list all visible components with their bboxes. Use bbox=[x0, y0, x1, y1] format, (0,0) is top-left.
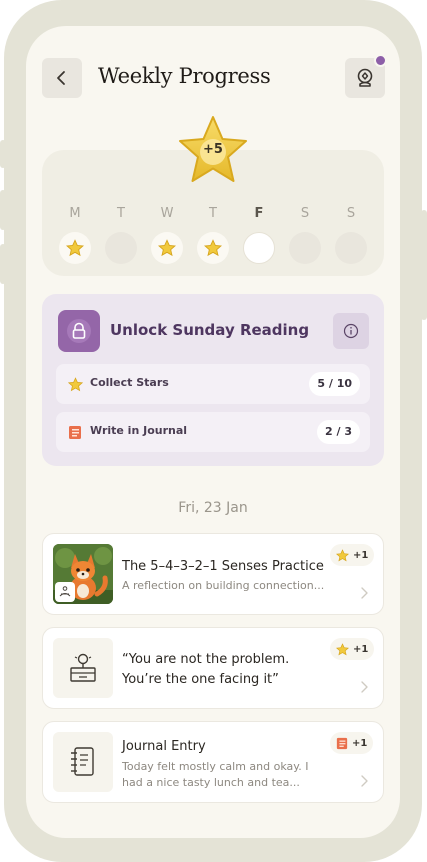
bonus-label: +5 bbox=[203, 142, 223, 157]
day-circle bbox=[59, 232, 91, 264]
chevron-right-icon bbox=[361, 775, 368, 787]
entry-thumbnail bbox=[53, 638, 113, 698]
task-progress: 2 / 3 bbox=[317, 420, 360, 444]
day-letter: M bbox=[69, 206, 81, 221]
star-icon bbox=[68, 377, 83, 392]
info-button[interactable] bbox=[333, 313, 369, 349]
day-letter: S bbox=[300, 206, 310, 221]
entry-subtitle: Today felt mostly calm and okay. I had a… bbox=[122, 760, 309, 789]
day-letter: T bbox=[209, 206, 217, 221]
day-letter: W bbox=[160, 206, 174, 221]
star-icon bbox=[66, 239, 84, 257]
day-circle bbox=[105, 232, 137, 264]
entry-card-senses[interactable]: The 5–4–3–2–1 Senses Practice A reflecti… bbox=[42, 533, 384, 615]
task-row-journal: Write in Journal 2 / 3 bbox=[56, 412, 370, 452]
chevron-right-icon bbox=[361, 587, 368, 599]
entry-thumbnail bbox=[53, 732, 113, 792]
star-icon bbox=[204, 239, 222, 257]
notebook-icon bbox=[71, 747, 94, 776]
day-monday: M bbox=[58, 206, 92, 264]
page-title: Weekly Progress bbox=[98, 64, 271, 88]
unlock-card: Unlock Sunday Reading Collect Stars 5 / … bbox=[42, 294, 384, 466]
meditation-badge bbox=[55, 582, 75, 602]
entry-title: “You are not the problem. You’re the one… bbox=[122, 652, 290, 687]
unlock-title: Unlock Sunday Reading bbox=[110, 321, 310, 339]
reward-count: +1 bbox=[353, 549, 369, 561]
task-progress: 5 / 10 bbox=[309, 372, 360, 396]
day-circle bbox=[151, 232, 183, 264]
entry-card-journal[interactable]: Journal Entry Today felt mostly calm and… bbox=[42, 721, 384, 803]
star-icon bbox=[336, 642, 349, 655]
notification-dot bbox=[374, 54, 387, 67]
task-label: Collect Stars bbox=[90, 376, 169, 389]
back-button[interactable] bbox=[42, 58, 82, 98]
day-circle bbox=[289, 232, 321, 264]
lock-badge bbox=[58, 310, 100, 352]
reward-pill: +1 bbox=[330, 544, 375, 566]
entry-subtitle: A reflection on building connection... bbox=[122, 579, 325, 592]
webcam-icon bbox=[357, 68, 373, 87]
side-button bbox=[0, 190, 6, 230]
day-wednesday: W bbox=[150, 206, 184, 264]
day-circle bbox=[197, 232, 229, 264]
reward-count: +1 bbox=[352, 737, 368, 749]
lock-icon bbox=[67, 319, 91, 343]
entry-card-quote[interactable]: “You are not the problem. You’re the one… bbox=[42, 627, 384, 709]
reward-count: +1 bbox=[353, 643, 369, 655]
side-button bbox=[0, 140, 6, 168]
day-saturday: S bbox=[288, 206, 322, 264]
journal-icon bbox=[336, 737, 348, 749]
header: Weekly Progress bbox=[26, 26, 400, 106]
entry-title: The 5–4–3–2–1 Senses Practice bbox=[122, 559, 324, 574]
day-tuesday: T bbox=[104, 206, 138, 264]
idea-box-icon bbox=[70, 653, 96, 682]
day-letter: F bbox=[254, 206, 264, 221]
reward-pill: +1 bbox=[330, 638, 375, 660]
journal-icon bbox=[69, 426, 81, 439]
day-friday: F bbox=[242, 206, 276, 264]
day-letter: S bbox=[346, 206, 356, 221]
task-row-collect-stars: Collect Stars 5 / 10 bbox=[56, 364, 370, 404]
reward-pill: +1 bbox=[330, 732, 374, 754]
chevron-right-icon bbox=[361, 681, 368, 693]
day-circle-today bbox=[243, 232, 275, 264]
meditation-icon bbox=[59, 586, 71, 597]
star-icon bbox=[158, 239, 176, 257]
day-sunday: S bbox=[334, 206, 368, 264]
day-circle bbox=[335, 232, 367, 264]
app-screen: Weekly Progress +5 M T W T F S S Unlock … bbox=[26, 26, 400, 838]
side-button bbox=[0, 244, 6, 284]
day-letter: T bbox=[117, 206, 125, 221]
chevron-left-icon bbox=[57, 71, 65, 85]
date-label: Fri, 23 Jan bbox=[178, 500, 248, 516]
entry-title: Journal Entry bbox=[122, 739, 206, 754]
day-thursday: T bbox=[196, 206, 230, 264]
task-label: Write in Journal bbox=[90, 424, 188, 437]
info-icon bbox=[343, 323, 359, 339]
star-icon bbox=[336, 548, 349, 561]
side-button bbox=[421, 210, 427, 320]
